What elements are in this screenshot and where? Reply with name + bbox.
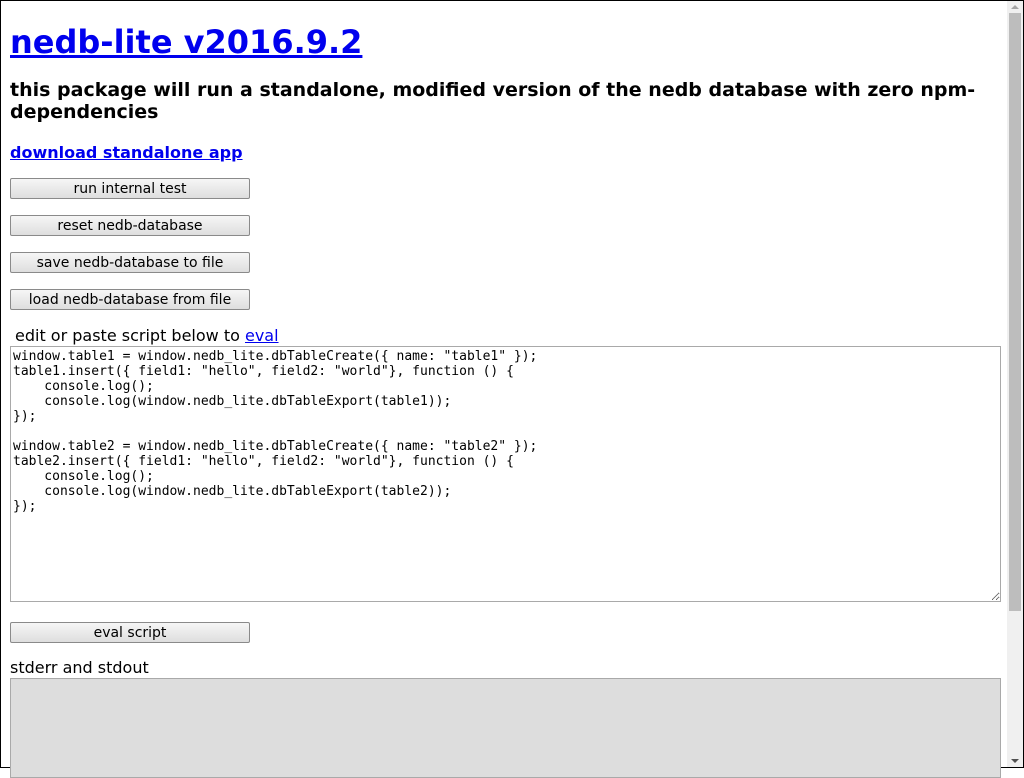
eval-script-button[interactable]: eval script [10,622,250,643]
download-link[interactable]: download standalone app [10,143,243,162]
output-label: stderr and stdout [10,658,149,677]
editor-label: edit or paste script below to eval [15,326,279,345]
vertical-scrollbar[interactable] [1007,1,1023,767]
editor-label-text: edit or paste script below to [15,326,245,345]
description: this package will run a standalone, modi… [10,79,976,123]
save-database-button[interactable]: save nedb-database to file [10,252,250,273]
eval-link[interactable]: eval [245,326,279,345]
scroll-down-arrow-icon[interactable] [1011,759,1019,763]
page-title: nedb-lite v2016.9.2 [10,23,362,61]
reset-database-button[interactable]: reset nedb-database [10,215,250,236]
title-link[interactable]: nedb-lite v2016.9.2 [10,23,362,61]
output-console[interactable] [10,678,1001,778]
run-internal-test-button[interactable]: run internal test [10,178,250,199]
scrollbar-thumb[interactable] [1009,13,1021,611]
script-editor[interactable]: window.table1 = window.nedb_lite.dbTable… [10,346,1001,602]
load-database-button[interactable]: load nedb-database from file [10,289,250,310]
scroll-up-arrow-icon[interactable] [1011,5,1019,9]
